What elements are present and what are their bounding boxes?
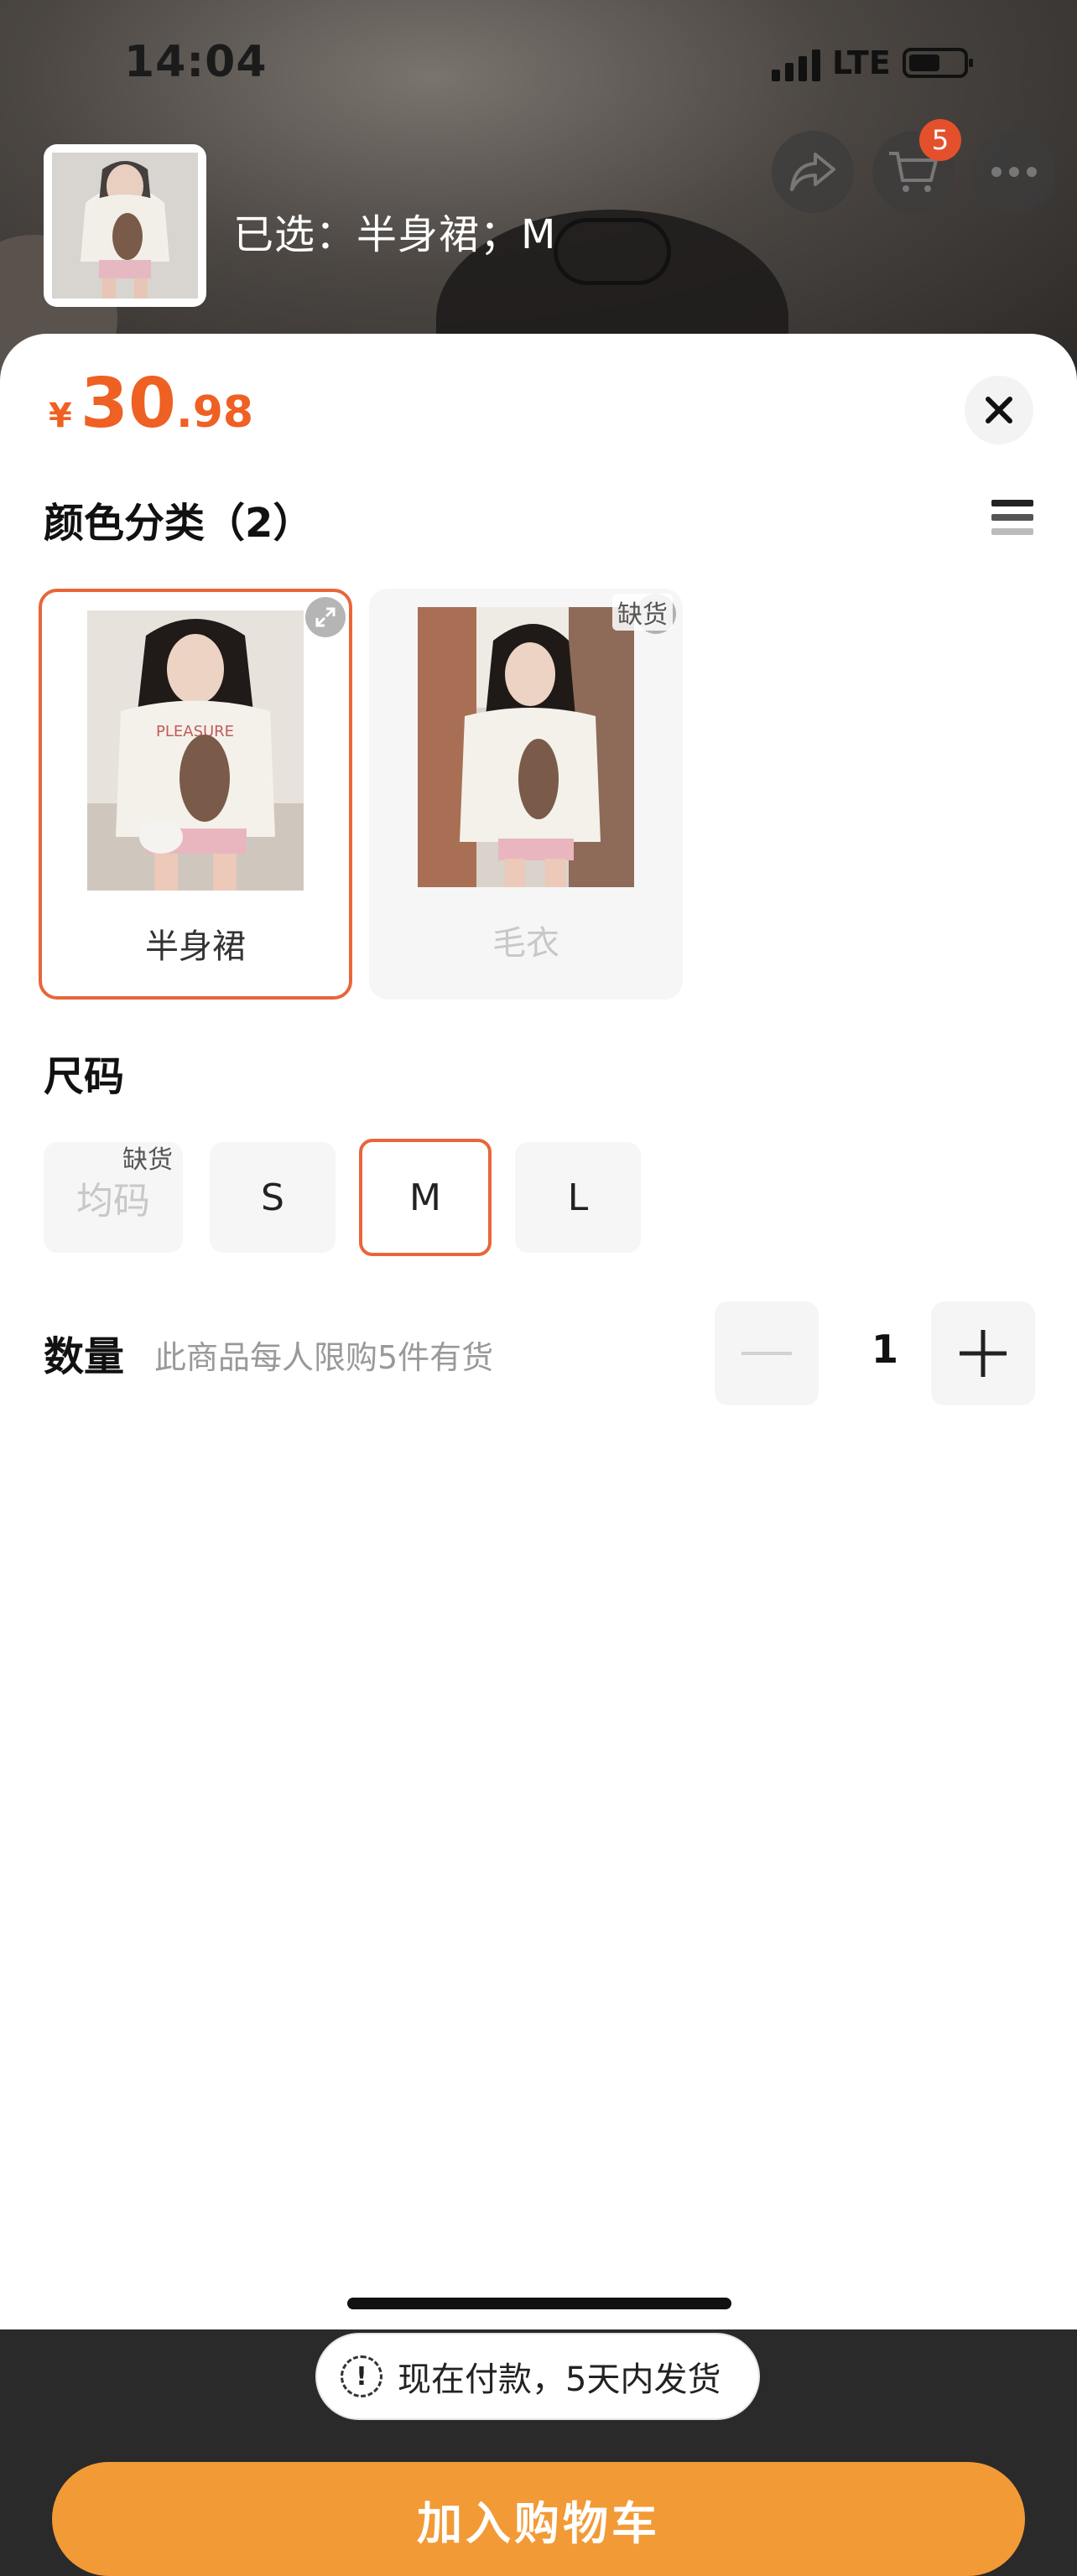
price-decimal: .98 (175, 387, 254, 438)
color-option-label: 半身裙 (145, 927, 246, 966)
size-section-title: 尺码 (44, 1053, 125, 1100)
price-integer: 30 (80, 364, 176, 444)
more-button[interactable] (973, 131, 1055, 213)
selected-prefix: 已选： (233, 211, 357, 258)
size-option-label: M (409, 1176, 441, 1219)
quantity-label: 数量 (44, 1333, 125, 1380)
close-button[interactable] (965, 376, 1033, 444)
price-currency: ¥ (49, 397, 72, 435)
size-option-label: 均码 (76, 1180, 150, 1223)
share-icon (790, 153, 835, 191)
color-option-label: 毛衣 (492, 924, 559, 963)
signal-icon (772, 44, 820, 81)
quantity-value[interactable]: 1 (856, 1327, 914, 1372)
svg-text:PLEASURE: PLEASURE (156, 723, 234, 740)
exclamation-icon: ! (341, 2355, 382, 2397)
list-view-toggle[interactable] (991, 500, 1033, 543)
price: ¥ 30 .98 (49, 364, 253, 444)
sku-selector-sheet: ¥ 30 .98 颜色分类（2） PLEASURE 半身裙 缺货 毛衣 尺码 均… (0, 334, 1077, 2576)
close-icon (986, 397, 1012, 423)
color-option-photo (418, 607, 634, 887)
expand-icon[interactable] (305, 597, 346, 637)
color-section-title: 颜色分类（2） (44, 500, 314, 547)
selected-value: 半身裙；M (356, 211, 557, 258)
color-option-skirt[interactable]: PLEASURE 半身裙 (39, 589, 352, 1000)
size-option-l[interactable]: L (515, 1142, 641, 1253)
plus-icon (960, 1330, 1007, 1377)
shipping-notice: ! 现在付款，5天内发货 (315, 2333, 760, 2420)
size-option-s[interactable]: S (210, 1142, 336, 1253)
product-photo (52, 153, 198, 299)
out-of-stock-tag: 缺货 (122, 1145, 173, 1175)
quantity-decrement-button[interactable] (715, 1301, 819, 1405)
selected-variant-summary: 已选：半身裙；M (233, 201, 556, 260)
cart-count-badge: 5 (919, 119, 961, 161)
quantity-increment-button[interactable] (931, 1301, 1035, 1405)
share-button[interactable] (772, 131, 854, 213)
backdrop-glasses (554, 218, 671, 285)
status-time: 14:04 (124, 37, 268, 87)
add-to-cart-button[interactable]: 加入购物车 (52, 2462, 1025, 2576)
color-option-sweater[interactable]: 缺货 毛衣 (369, 589, 683, 1000)
minus-icon (741, 1352, 792, 1355)
network-label: LTE (832, 44, 891, 81)
out-of-stock-tag: 缺货 (612, 594, 673, 631)
home-indicator[interactable] (347, 2298, 731, 2309)
size-option-label: S (261, 1176, 284, 1219)
status-indicators: LTE (772, 42, 973, 84)
more-icon (991, 167, 1037, 177)
selected-product-thumbnail[interactable] (44, 144, 206, 307)
color-option-photo: PLEASURE (87, 610, 304, 891)
battery-icon (902, 48, 973, 78)
shipping-notice-text: 现在付款，5天内发货 (398, 2360, 721, 2399)
size-option-label: L (567, 1176, 589, 1219)
quantity-limit-note: 此商品每人限购5件有货 (154, 1339, 494, 1376)
size-option-m[interactable]: M (359, 1139, 492, 1256)
